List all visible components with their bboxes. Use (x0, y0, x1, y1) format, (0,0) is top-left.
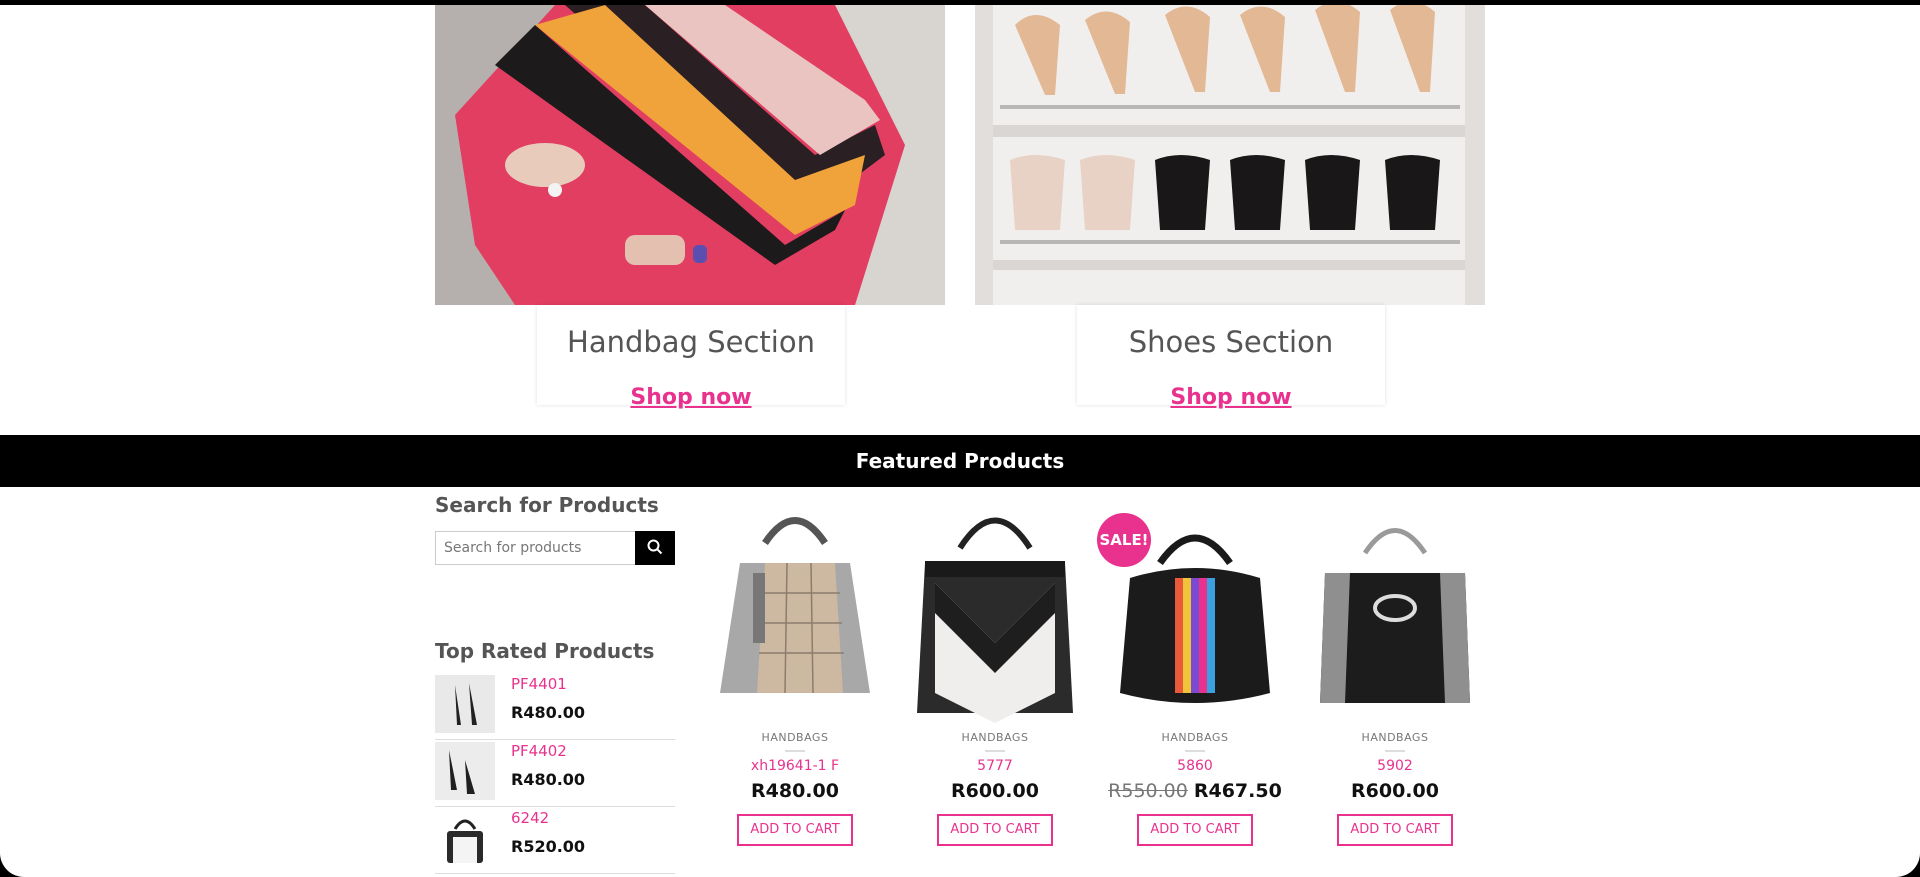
product-name[interactable]: 5860 (1105, 758, 1285, 774)
top-rated-name[interactable]: 6242 (511, 809, 585, 827)
top-rated-title: Top Rated Products (435, 639, 655, 663)
shoes-category-image[interactable] (975, 5, 1485, 305)
handbag-shop-now-link[interactable]: Shop now (630, 385, 751, 410)
product-category[interactable]: HANDBAGS (905, 731, 1085, 744)
product-card: HANDBAGS xh19641-1 F R480.00 ADD TO CART (705, 493, 885, 846)
product-thumbnail[interactable] (435, 742, 495, 800)
top-rated-list: PF4401 R480.00 PF4402 R480.00 6242 R520.… (435, 673, 675, 874)
handbag-section-card: Handbag Section Shop now (537, 305, 845, 410)
divider (1185, 750, 1205, 752)
list-item[interactable]: 6242 R520.00 (435, 807, 675, 874)
product-name[interactable]: 5902 (1305, 758, 1485, 774)
handbag-category-image[interactable] (435, 5, 945, 305)
product-price: R550.00 R467.50 (1105, 780, 1285, 802)
add-to-cart-button[interactable]: ADD TO CART (937, 814, 1053, 846)
product-image[interactable] (705, 493, 885, 726)
search-widget-title: Search for Products (435, 493, 659, 517)
handbag-section-title: Handbag Section (567, 325, 815, 359)
search-input[interactable] (435, 531, 635, 565)
divider (785, 750, 805, 752)
product-old-price: R550.00 (1108, 780, 1188, 802)
top-rated-price: R480.00 (511, 770, 586, 789)
product-thumbnail[interactable] (435, 675, 495, 733)
product-category[interactable]: HANDBAGS (1105, 731, 1285, 744)
product-category[interactable]: HANDBAGS (705, 731, 885, 744)
product-image[interactable] (905, 493, 1085, 726)
search-icon (647, 539, 663, 558)
list-item[interactable]: PF4402 R480.00 (435, 740, 675, 807)
shoes-section-title: Shoes Section (1128, 325, 1334, 359)
product-thumbnail[interactable] (435, 809, 495, 867)
page: Handbag Section Shop now Shoes Section S… (0, 5, 1920, 877)
top-rated-price: R480.00 (511, 703, 586, 722)
top-rated-price: R520.00 (511, 837, 586, 856)
product-card: HANDBAGS 5777 R600.00 ADD TO CART (905, 493, 1085, 846)
shoes-section-card: Shoes Section Shop now (1077, 305, 1385, 410)
add-to-cart-button[interactable]: ADD TO CART (737, 814, 853, 846)
product-price-value: R480.00 (751, 780, 839, 802)
product-price-value: R600.00 (1351, 780, 1439, 802)
add-to-cart-button[interactable]: ADD TO CART (1337, 814, 1453, 846)
divider (1385, 750, 1405, 752)
search-button[interactable] (635, 531, 675, 565)
top-rated-name[interactable]: PF4401 (511, 675, 585, 693)
shoes-shop-now-link[interactable]: Shop now (1170, 385, 1291, 410)
sale-badge: SALE! (1097, 513, 1151, 567)
product-price-value: R467.50 (1193, 780, 1282, 802)
product-price: R600.00 (905, 780, 1085, 802)
product-image[interactable]: SALE! (1097, 493, 1285, 726)
top-rated-widget: Top Rated Products PF4401 R480.00 PF4402… (435, 639, 675, 874)
product-price-value: R600.00 (951, 780, 1039, 802)
top-rated-name[interactable]: PF4402 (511, 742, 585, 760)
add-to-cart-button[interactable]: ADD TO CART (1137, 814, 1253, 846)
featured-products-heading: Featured Products (0, 435, 1920, 487)
product-category[interactable]: HANDBAGS (1305, 731, 1485, 744)
product-name[interactable]: 5777 (905, 758, 1085, 774)
product-card: HANDBAGS 5902 R600.00 ADD TO CART (1305, 493, 1485, 846)
product-price: R600.00 (1305, 780, 1485, 802)
search-form (435, 531, 675, 565)
product-image[interactable] (1305, 493, 1485, 726)
product-price: R480.00 (705, 780, 885, 802)
product-card: SALE! HANDBAGS 5860 R550.00 R467.50 ADD T… (1097, 493, 1285, 846)
product-name[interactable]: xh19641-1 F (705, 758, 885, 774)
list-item[interactable]: PF4401 R480.00 (435, 673, 675, 740)
divider (985, 750, 1005, 752)
sidebar: Search for Products Top Rated Products P… (435, 493, 675, 874)
